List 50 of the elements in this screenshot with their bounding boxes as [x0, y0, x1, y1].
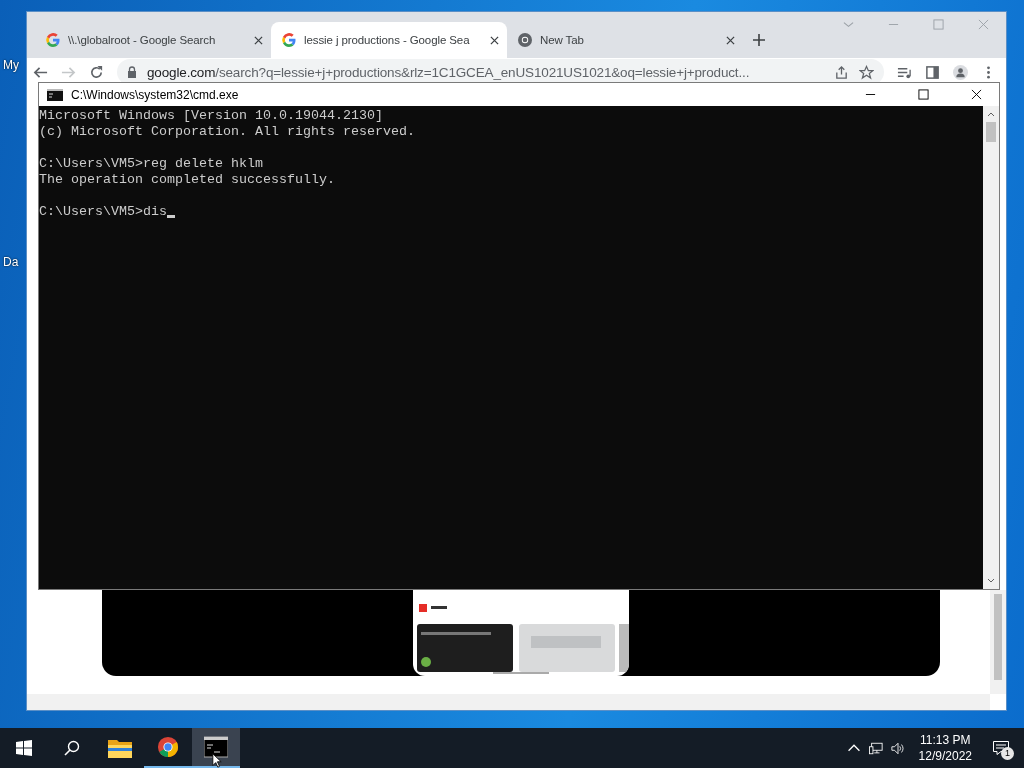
close-icon[interactable] [490, 35, 499, 45]
window-title: C:\Windows\system32\cmd.exe [71, 87, 239, 102]
address-bar[interactable]: google.com/search?q=lessie+j+productions&rlz=1C1GCEA_enUS1021US1021&oq=lessie+j+product... [117, 59, 884, 85]
notification-badge: 1 [1001, 747, 1014, 760]
star-icon[interactable] [859, 64, 874, 80]
scrollbar[interactable] [990, 590, 1006, 694]
chrome-icon [517, 32, 533, 48]
close-icon[interactable] [971, 89, 982, 100]
side-panel-icon[interactable] [925, 64, 940, 80]
folder-icon [108, 737, 132, 759]
windows-start-icon[interactable] [16, 740, 32, 756]
console-icon [47, 88, 63, 101]
profile-icon[interactable] [953, 64, 968, 80]
google-icon [45, 32, 61, 48]
browser-tab[interactable]: \\.\globalroot - Google Search [35, 22, 271, 58]
close-icon[interactable] [726, 35, 735, 45]
browser-tab[interactable]: lessie j productions - Google Sea [271, 22, 507, 58]
console-prompt[interactable]: C:\Users\VM5>dis [39, 204, 167, 220]
console-line: The operation completed successfully. [39, 172, 336, 188]
chrome-icon [156, 736, 180, 758]
scrollbar[interactable] [983, 106, 999, 589]
close-icon[interactable] [254, 35, 263, 45]
console-icon [204, 736, 228, 758]
lock-icon [127, 66, 137, 78]
new-tab-icon[interactable] [753, 34, 765, 46]
scroll-up-icon[interactable] [987, 111, 995, 117]
console-line: C:\Users\VM5>reg delete hklm [39, 156, 264, 172]
clock[interactable]: 11:13 PM 12/9/2022 [918, 732, 972, 764]
time: 11:13 PM [920, 732, 971, 748]
google-icon [281, 32, 297, 48]
text-cursor [167, 215, 175, 218]
browser-tab[interactable]: New Tab [507, 22, 743, 58]
search-icon[interactable] [64, 740, 80, 756]
share-icon[interactable] [834, 64, 849, 80]
mouse-pointer-icon [211, 753, 223, 768]
desktop-icon-label[interactable]: Da [3, 255, 19, 269]
network-icon[interactable] [868, 741, 883, 755]
scroll-down-icon[interactable] [987, 578, 995, 584]
scroll-thumb[interactable] [994, 594, 1002, 680]
console-line: (c) Microsoft Corporation. All rights reserved. [39, 124, 416, 140]
desktop-icon-label[interactable]: My [3, 58, 19, 72]
notification-icon[interactable] [993, 741, 1009, 755]
maximize-icon[interactable] [918, 89, 929, 100]
date: 12/9/2022 [918, 748, 972, 764]
scrollbar[interactable] [27, 694, 990, 710]
volume-icon[interactable] [890, 741, 905, 755]
scroll-thumb[interactable] [986, 122, 996, 142]
taskbar-button[interactable] [192, 728, 240, 768]
reload-icon[interactable] [89, 64, 104, 80]
console-line: Microsoft Windows [Version 10.0.19044.2130] [39, 108, 384, 124]
